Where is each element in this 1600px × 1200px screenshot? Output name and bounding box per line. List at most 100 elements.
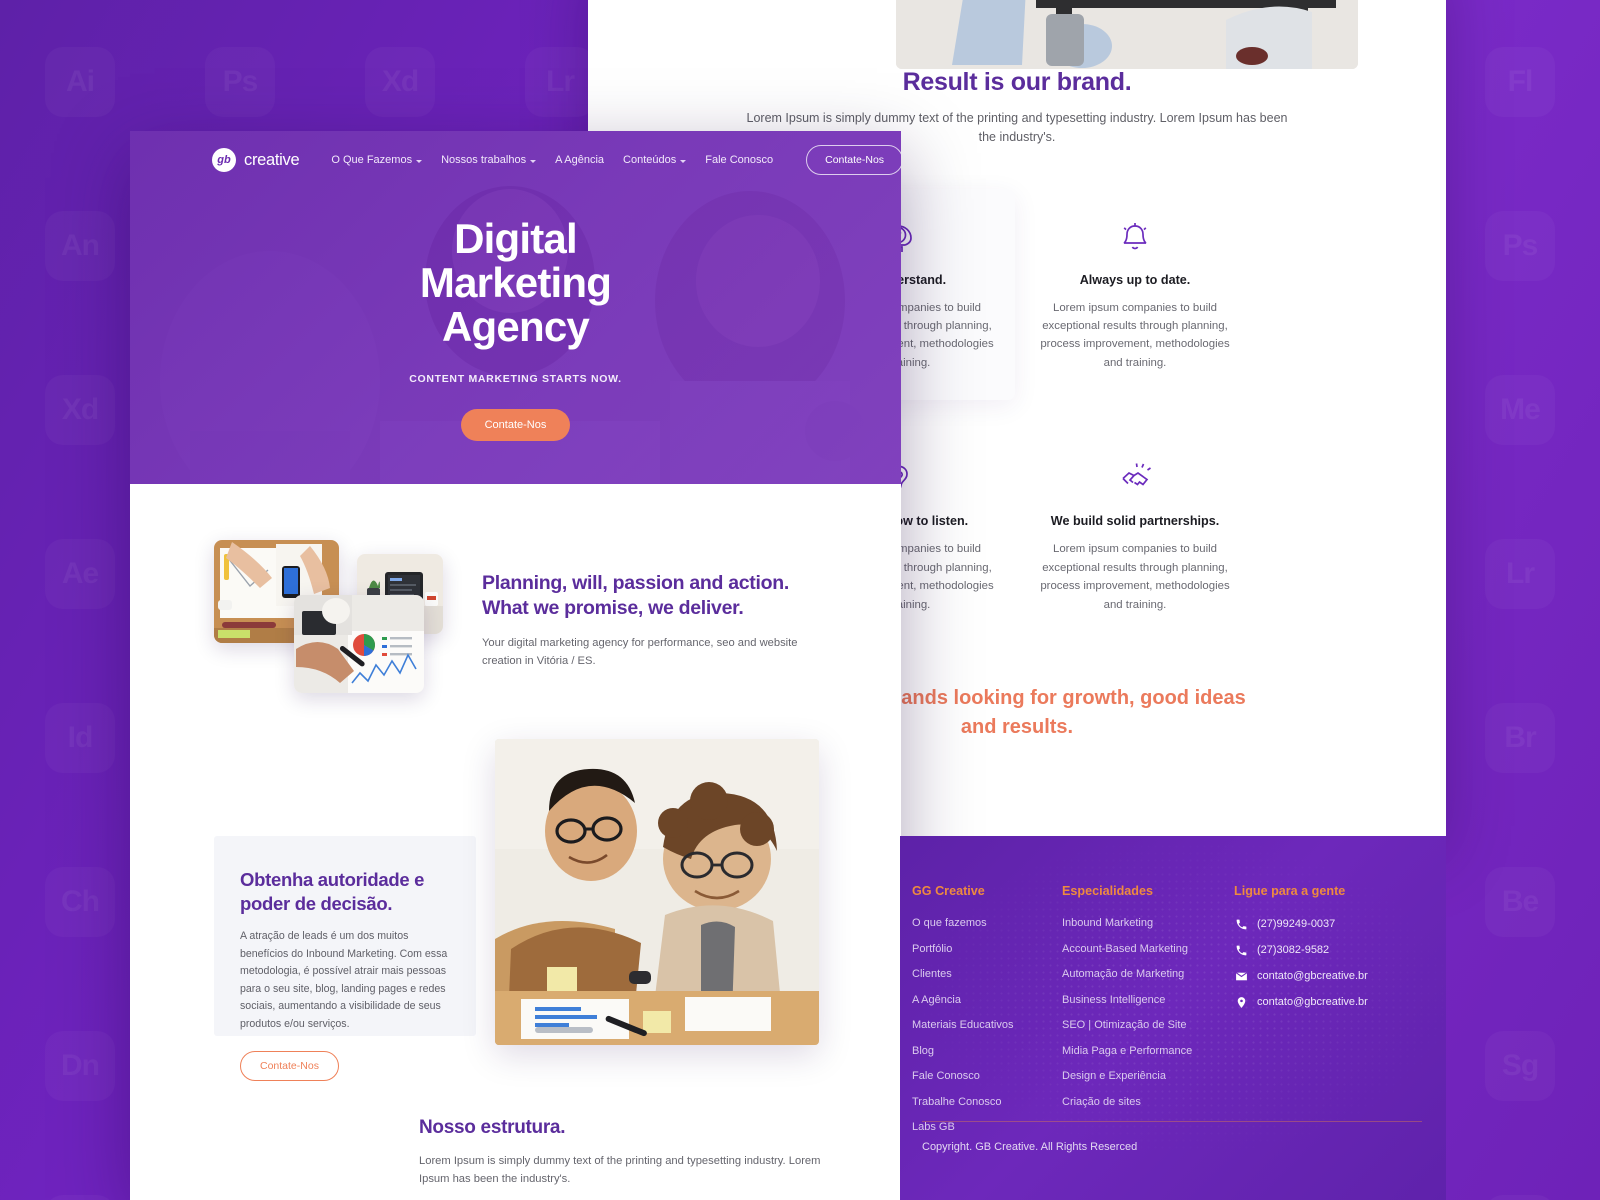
team-meeting-photo-art xyxy=(495,739,819,1045)
footer-link[interactable]: Midia Paga e Performance xyxy=(1062,1045,1234,1057)
background-app-icon: Fl xyxy=(1440,0,1600,164)
footer-link[interactable]: Criação de sites xyxy=(1062,1096,1234,1108)
authority-contact-button[interactable]: Contate-Nos xyxy=(240,1051,339,1082)
logo[interactable]: gb creative xyxy=(212,148,300,172)
phone-icon xyxy=(1234,917,1248,931)
logo-wordmark: creative xyxy=(244,150,300,169)
landing-page-window: gb creative O Que Fazemos Nossos trabalh… xyxy=(130,131,901,1200)
feature-card-partnerships[interactable]: We build solid partnerships. Lorem ipsum… xyxy=(1019,430,1251,642)
background-app-icon-chip: Ch xyxy=(45,867,115,937)
footer-link[interactable]: Design e Experiência xyxy=(1062,1070,1234,1082)
hero-title: Digital Marketing Agency xyxy=(130,216,901,349)
footer-link[interactable]: Business Intelligence xyxy=(1062,994,1234,1006)
contact-phone-1[interactable]: (27)99249-0037 xyxy=(1234,917,1434,931)
nav-item-label: Fale Conosco xyxy=(705,154,774,166)
nav-links: O Que Fazemos Nossos trabalhos A Agência… xyxy=(331,154,773,166)
background-app-icon-chip: Lr xyxy=(525,47,595,117)
bell-icon xyxy=(1031,215,1239,259)
authority-heading: Obtenha autoridade e poder de decisão. xyxy=(240,868,450,915)
feature-card-title: Always up to date. xyxy=(1079,272,1191,287)
photo-collage xyxy=(214,536,444,696)
nav-item-nossos-trabalhos[interactable]: Nossos trabalhos xyxy=(441,154,537,166)
contact-phone-2[interactable]: (27)3082-9582 xyxy=(1234,943,1434,957)
footer-link[interactable]: Clientes xyxy=(912,968,1062,980)
background-app-icon: Sg xyxy=(1440,984,1600,1148)
footer-column-contact: Ligue para a gente (27)99249-0037 (27)30… xyxy=(1234,884,1434,1147)
footer-link[interactable]: Trabalhe Conosco xyxy=(912,1096,1062,1108)
coworking-photo-large-art xyxy=(896,0,1358,69)
handshake-icon xyxy=(1031,456,1239,500)
background-app-icon-chip: Ae xyxy=(45,539,115,609)
nav-item-label: Nossos trabalhos xyxy=(441,154,527,166)
background-app-icon-chip: Ai xyxy=(45,47,115,117)
nav-item-label: O Que Fazemos xyxy=(331,154,413,166)
background-app-icon-chip: Me xyxy=(1485,375,1555,445)
feature-card-body: Lorem ipsum companies to build exception… xyxy=(1040,301,1230,369)
hero-contact-button[interactable]: Contate-Nos xyxy=(460,409,571,442)
logo-mark: gb xyxy=(212,148,236,172)
structure-heading: Nosso estrutura. xyxy=(419,1117,566,1138)
background-app-icon-chip: Ps xyxy=(1485,211,1555,281)
background-app-icon-chip: Xd xyxy=(365,47,435,117)
nav-item-label: Conteúdos xyxy=(623,154,677,166)
background-app-icon: Lr xyxy=(1440,492,1600,656)
footer-divider xyxy=(922,1121,1422,1122)
footer-link[interactable]: Blog xyxy=(912,1045,1062,1057)
footer-column-specialties: Especialidades Inbound Marketing Account… xyxy=(1062,884,1234,1147)
chevron-down-icon xyxy=(680,159,687,163)
mail-icon xyxy=(1234,969,1248,983)
phone-icon xyxy=(1234,943,1248,957)
footer-column-title: GG Creative xyxy=(912,884,985,898)
location-pin-icon xyxy=(1234,995,1248,1009)
collage-photo-3-art xyxy=(294,595,424,693)
contact-address[interactable]: contato@gbcreative.br xyxy=(1234,995,1434,1009)
nav-item-o-que-fazemos[interactable]: O Que Fazemos xyxy=(331,154,423,166)
footer-link[interactable]: Inbound Marketing xyxy=(1062,917,1234,929)
planning-heading: Planning, will, passion and action. What… xyxy=(482,571,812,621)
footer-link[interactable]: Materiais Educativos xyxy=(912,1019,1062,1031)
background-app-icon: Me xyxy=(1440,328,1600,492)
feature-card-title: We build solid partnerships. xyxy=(1050,514,1220,529)
feature-card-uptodate[interactable]: Always up to date. Lorem ipsum companies… xyxy=(1019,189,1251,401)
footer-link[interactable]: Portfólio xyxy=(912,943,1062,955)
footer-link[interactable]: A Agência xyxy=(912,994,1062,1006)
background-app-icon: Be xyxy=(1440,820,1600,984)
structure-body: Lorem Ipsum is simply dummy text of the … xyxy=(419,1155,821,1186)
main-navigation: gb creative O Que Fazemos Nossos trabalh… xyxy=(130,131,901,189)
footer-link[interactable]: Account-Based Marketing xyxy=(1062,943,1234,955)
chevron-down-icon xyxy=(530,159,537,163)
planning-text-block: Planning, will, passion and action. What… xyxy=(482,571,812,671)
contact-email[interactable]: contato@gbcreative.br xyxy=(1234,969,1434,983)
hero-section: gb creative O Que Fazemos Nossos trabalh… xyxy=(130,131,901,484)
authority-heading-line1: Obtenha autoridade e xyxy=(240,869,425,890)
copyright-text: Copyright. GB Creative. All Rights Reser… xyxy=(922,1141,1138,1153)
footer-column-title: Especialidades xyxy=(1062,884,1154,898)
nav-contact-button[interactable]: Contate-Nos xyxy=(806,145,901,175)
background-app-icon-chip: Fw xyxy=(45,1195,115,1200)
result-heading: Result is our brand. xyxy=(902,68,1132,96)
footer-link[interactable]: SEO | Otimização de Site xyxy=(1062,1019,1234,1031)
chevron-down-icon xyxy=(416,159,423,163)
footer-link[interactable]: Fale Conosco xyxy=(912,1070,1062,1082)
coworking-photo-large xyxy=(896,0,1358,69)
background-app-icon: Ps xyxy=(1440,164,1600,328)
authority-card: Obtenha autoridade e poder de decisão. A… xyxy=(214,836,476,1082)
footer-link[interactable]: Automação de Marketing xyxy=(1062,968,1234,980)
contact-value: (27)99249-0037 xyxy=(1257,918,1336,930)
site-footer: GG Creative O que fazemos Portfólio Clie… xyxy=(900,836,1446,1200)
background-app-icon-chip: Dn xyxy=(45,1031,115,1101)
contact-value: (27)3082-9582 xyxy=(1257,944,1330,956)
footer-link[interactable]: Labs GB xyxy=(912,1121,1062,1133)
planning-heading-line1: Planning, will, passion and action. xyxy=(482,572,789,594)
footer-columns: GG Creative O que fazemos Portfólio Clie… xyxy=(900,836,1446,1147)
nav-item-a-agencia[interactable]: A Agência xyxy=(555,154,604,166)
nav-item-fale-conosco[interactable]: Fale Conosco xyxy=(705,154,773,166)
authority-body: A atração de leads é um dos muitos benef… xyxy=(240,930,448,1030)
background-app-icon-chip: Ps xyxy=(205,47,275,117)
planning-body: Your digital marketing agency for perfor… xyxy=(482,636,798,667)
feature-card-body: Lorem ipsum companies to build exception… xyxy=(1040,543,1230,611)
footer-link[interactable]: O que fazemos xyxy=(912,917,1062,929)
nav-item-conteudos[interactable]: Conteúdos xyxy=(623,154,687,166)
background-app-icon-chip: Lr xyxy=(1485,539,1555,609)
authority-heading-line2: poder de decisão. xyxy=(240,892,393,914)
